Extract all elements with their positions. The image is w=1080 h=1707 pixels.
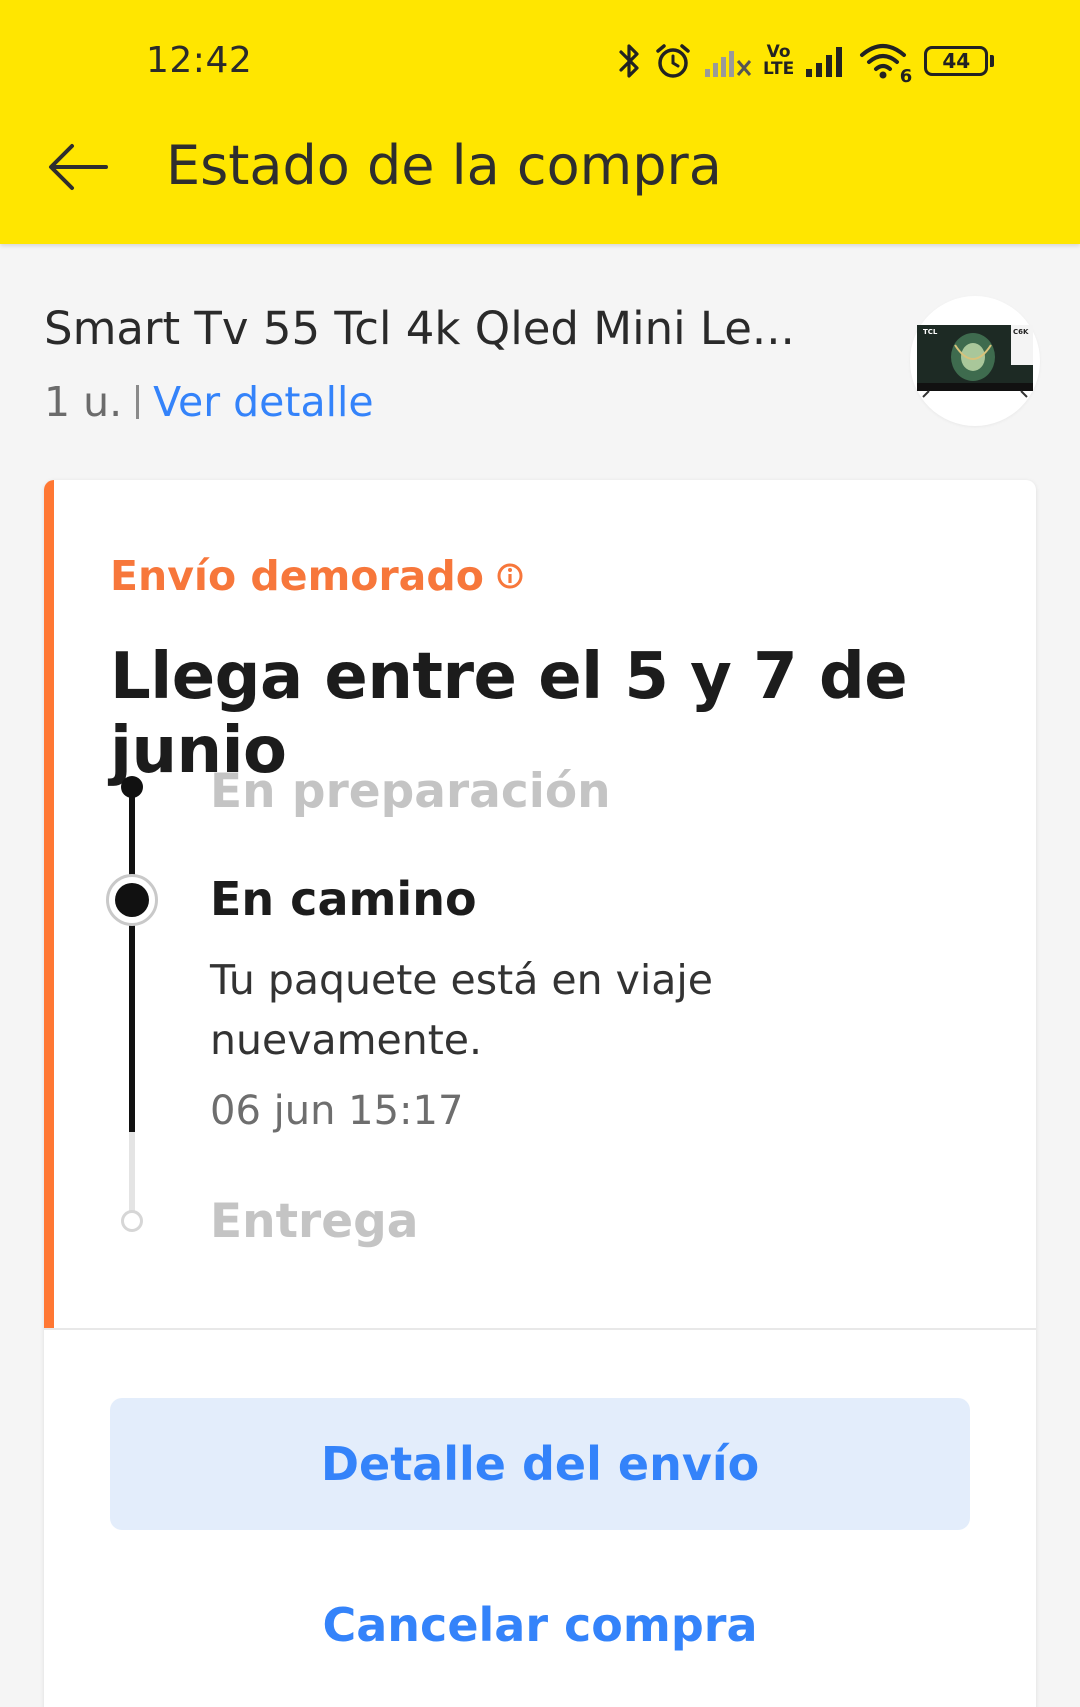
step-on-the-way: En camino [210,872,477,926]
step-preparation: En preparación [210,764,611,819]
status-accent-bar [44,480,54,1328]
battery-icon: 44 [924,46,995,76]
alarm-icon [653,41,693,81]
meta-divider [136,385,140,419]
product-title: Smart Tv 55 Tcl 4k Qled Mini Le... [44,302,795,355]
status-label-text: Envío demorado [110,552,484,600]
page-title: Estado de la compra [166,134,722,197]
product-thumbnail[interactable]: TCL C6K [910,296,1040,426]
wifi-badge: 6 [899,66,913,87]
bluetooth-icon [615,41,643,81]
info-icon[interactable] [496,552,524,600]
timeline-dot-current [106,874,158,926]
product-meta: 1 u. Ver detalle [44,378,374,426]
step-delivery: Entrega [210,1194,419,1249]
back-arrow-icon[interactable] [40,132,116,202]
shipment-detail-button[interactable]: Detalle del envío [110,1398,970,1530]
timeline-progress-line [129,786,135,1132]
shipment-card: Envío demorado Llega entre el 5 y 7 de j… [44,480,1036,1707]
wifi-icon: 6 [858,41,912,87]
tv-brand-logo: TCL [923,328,938,336]
card-divider [44,1328,1036,1330]
timeline-dot-done [121,776,143,798]
product-quantity: 1 u. [44,378,123,426]
step-timestamp: 06 jun 15:17 [210,1088,464,1134]
status-icons: Vo LTE 6 44 [615,38,995,87]
tv-model-label: C6K [1013,328,1029,336]
volte-icon: Vo LTE [763,42,795,79]
signal-off-icon [703,43,753,79]
shipment-status-label: Envío demorado [110,552,524,600]
timeline-dot-pending [121,1210,143,1232]
timeline-pending-line [129,1132,135,1222]
step-description: Tu paquete está en viaje nuevamente. [210,956,714,1064]
view-detail-link[interactable]: Ver detalle [153,378,373,426]
tv-product-image: TCL C6K [917,325,1033,398]
cancel-purchase-button[interactable]: Cancelar compra [110,1570,970,1680]
app-header: 12:42 Vo LTE 6 44 Estado de la compra [0,0,1080,244]
status-time: 12:42 [146,40,253,81]
signal-icon [804,43,848,79]
